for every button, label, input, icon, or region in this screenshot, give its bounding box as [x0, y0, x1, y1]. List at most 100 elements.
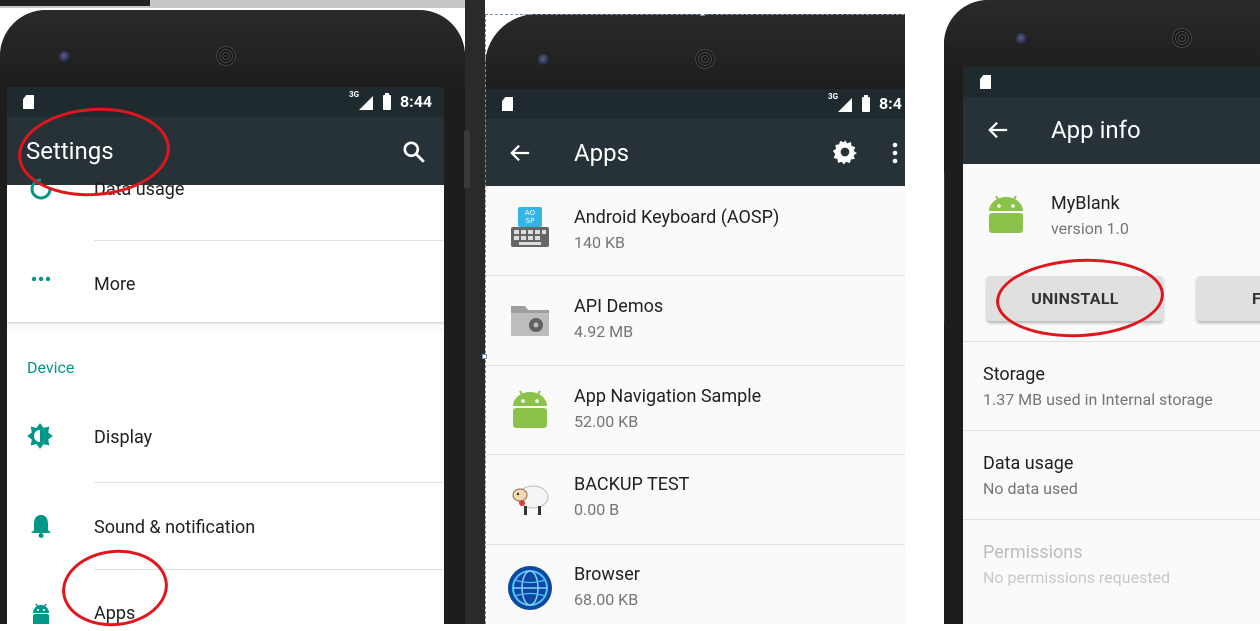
back-arrow-icon[interactable]	[509, 142, 531, 164]
apps-toolbar: Apps	[485, 119, 905, 186]
phone-settings: 3G 8:44 Settings Data usage More Device …	[0, 10, 465, 624]
settings-screen: 3G 8:44 Settings Data usage More Device …	[7, 87, 444, 624]
phone-app-info: App info MyBlank version 1.0 UNINSTALL F…	[944, 0, 1260, 624]
phone-side-button	[464, 130, 470, 188]
status-bar	[963, 67, 1260, 97]
status-bar: 3G 8:44	[7, 87, 444, 117]
globe-app-icon	[508, 566, 552, 610]
brightness-icon	[27, 423, 53, 449]
app-row-backup-test[interactable]: BACKUP TEST 0.00 B	[485, 455, 905, 544]
status-bar: 3G 8:4	[485, 89, 905, 119]
app-info-toolbar: App info	[963, 97, 1260, 164]
app-name: Browser	[574, 564, 640, 585]
apps-screen: 3G 8:4 Apps AO SP Android Keyboard (AOSP…	[485, 89, 905, 624]
window-strip-dark	[0, 0, 150, 6]
phone-side-gap	[465, 0, 485, 624]
list-item-data-usage[interactable]: Data usage	[7, 178, 444, 233]
data-usage-icon	[30, 178, 52, 200]
app-row-browser[interactable]: Browser 68.00 KB	[485, 545, 905, 624]
search-icon[interactable]	[401, 139, 427, 165]
app-name: BACKUP TEST	[574, 474, 690, 495]
keyboard-app-icon: AO SP	[511, 207, 549, 247]
signal-icon	[838, 98, 852, 112]
storage-row[interactable]: Storage 1.37 MB used in Internal storage	[963, 342, 1260, 430]
selection-handle[interactable]	[482, 354, 487, 359]
page-title: Apps	[574, 139, 629, 167]
app-row-android-keyboard[interactable]: AO SP Android Keyboard (AOSP) 140 KB	[485, 186, 905, 275]
app-row-app-navigation-sample[interactable]: App Navigation Sample 52.00 KB	[485, 366, 905, 455]
status-clock: 8:44	[400, 92, 433, 111]
data-usage-row[interactable]: Data usage No data used	[963, 431, 1260, 519]
battery-icon	[862, 95, 870, 112]
force-stop-button[interactable]: FO	[1197, 276, 1260, 321]
earpiece-speaker	[216, 46, 236, 66]
app-size: 0.00 B	[574, 500, 620, 519]
page-title: Settings	[26, 137, 114, 165]
permissions-row: Permissions No permissions requested	[963, 520, 1260, 608]
app-size: 4.92 MB	[574, 322, 634, 341]
apps-list: AO SP Android Keyboard (AOSP) 140 KB API…	[485, 186, 905, 624]
row-title: Permissions	[983, 542, 1083, 563]
sd-card-icon	[23, 95, 34, 109]
overflow-menu-icon[interactable]	[891, 141, 899, 165]
more-dots-icon	[31, 276, 51, 282]
app-name: MyBlank	[1051, 193, 1120, 214]
phone-apps: 3G 8:4 Apps AO SP Android Keyboard (AOSP…	[485, 14, 905, 624]
phone-side-button	[944, 172, 945, 322]
row-title: Data usage	[983, 453, 1074, 474]
force-stop-label: FO	[1252, 289, 1260, 308]
row-subtitle: No data used	[983, 479, 1078, 498]
network-type: 3G	[349, 90, 360, 99]
list-item-label: Display	[94, 427, 153, 448]
front-camera	[1016, 33, 1028, 45]
list-item-label: Data usage	[94, 179, 185, 200]
app-version: version 1.0	[1051, 219, 1129, 238]
window-strip-2	[505, 0, 905, 14]
sd-card-icon	[502, 97, 513, 111]
earpiece-speaker	[695, 49, 715, 69]
list-item-label: More	[94, 274, 136, 295]
app-size: 140 KB	[574, 233, 625, 252]
settings-list: Data usage More Device Display Sound & n…	[7, 178, 444, 624]
settings-toolbar: Settings	[7, 117, 444, 185]
app-name: API Demos	[574, 296, 664, 317]
folder-gear-app-icon	[511, 306, 549, 336]
row-subtitle: No permissions requested	[983, 568, 1171, 587]
list-item-label: Apps	[94, 603, 136, 624]
sheep-app-icon	[512, 485, 549, 515]
android-app-icon	[513, 390, 547, 428]
app-name: App Navigation Sample	[574, 386, 762, 407]
list-item-display[interactable]: Display	[7, 392, 444, 478]
list-item-more[interactable]: More	[7, 241, 444, 321]
svg-text:SP: SP	[526, 217, 535, 225]
settings-card-device: Device Display Sound & notification Apps	[7, 332, 444, 624]
row-title: Storage	[983, 364, 1045, 385]
panel-gap	[905, 0, 945, 624]
app-row-api-demos[interactable]: API Demos 4.92 MB	[485, 276, 905, 365]
uninstall-button[interactable]: UNINSTALL	[987, 276, 1163, 321]
page-title: App info	[1051, 116, 1141, 144]
bell-icon	[31, 515, 51, 538]
sd-card-icon	[980, 75, 991, 89]
app-name: Android Keyboard (AOSP)	[574, 207, 780, 228]
earpiece-speaker	[1172, 28, 1192, 48]
android-app-icon	[989, 195, 1023, 233]
selection-border-top	[485, 14, 904, 15]
front-camera	[59, 51, 71, 63]
front-camera	[538, 54, 550, 66]
battery-icon	[383, 93, 391, 110]
app-size: 68.00 KB	[574, 590, 639, 609]
settings-card-top: Data usage More	[7, 178, 444, 322]
list-item-sound-notification[interactable]: Sound & notification	[7, 483, 444, 569]
list-item-apps[interactable]: Apps	[7, 570, 444, 624]
svg-text:AO: AO	[525, 209, 536, 217]
app-size: 52.00 KB	[574, 412, 639, 431]
network-type: 3G	[828, 92, 839, 101]
selection-border-left	[485, 14, 486, 624]
section-header-device: Device	[27, 358, 75, 377]
gear-icon[interactable]	[832, 139, 858, 165]
row-subtitle: 1.37 MB used in Internal storage	[983, 390, 1213, 409]
status-clock: 8:4	[879, 94, 902, 113]
back-arrow-icon[interactable]	[987, 119, 1009, 141]
android-icon	[33, 603, 49, 624]
